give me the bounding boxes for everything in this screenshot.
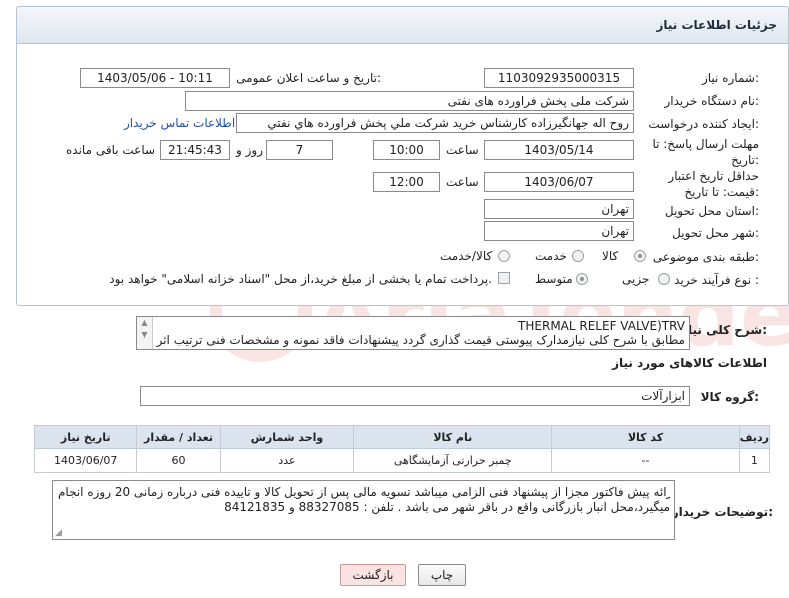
province-label: استان محل تحویل:: [664, 204, 759, 218]
table-row[interactable]: 1403/06/07 60 عدد چمبر حرارتی آزمایشگاهی…: [33, 448, 771, 473]
goods-group-label: گروه کالا:: [700, 390, 759, 404]
col-unit: واحد شمارش: [219, 425, 355, 449]
col-quantity: تعداد / مقدار: [136, 425, 221, 449]
cell-item-name: چمبر حرارتی آزمایشگاهی: [353, 448, 553, 473]
description-scrollbar[interactable]: ▲ ▼: [137, 317, 153, 349]
deadline-date-field[interactable]: 1403/05/14: [484, 140, 634, 160]
buyer-notes-line-2: میگیرد،محل انبار بازرگانی واقع در باقر ش…: [224, 500, 670, 514]
radio-service-label: خدمت: [535, 249, 567, 263]
days-label: روز و: [236, 143, 263, 157]
buyer-notes-line-1: ارائه پیش فاکتور مجزا از پیشنهاد فنی الز…: [58, 485, 670, 499]
city-label: شهر محل تحویل:: [672, 226, 759, 240]
remaining-time-field[interactable]: 21:45:43: [160, 140, 230, 160]
validity-label: حداقل تاریخ اعتبار قیمت: تا تاریخ:: [668, 169, 759, 199]
city-field[interactable]: تهران: [484, 221, 634, 241]
cell-need-date: 1403/06/07: [33, 448, 138, 473]
items-table: تاریخ نیاز تعداد / مقدار واحد شمارش نام …: [33, 425, 771, 473]
category-label: طبقه بندی موضوعی:: [652, 250, 759, 264]
province-field[interactable]: تهران: [484, 199, 634, 219]
need-number-label: شماره نیاز:: [701, 71, 759, 85]
radio-minor[interactable]: [658, 273, 670, 285]
announce-label: تاریخ و ساعت اعلان عمومی:: [236, 71, 381, 85]
scroll-up-icon[interactable]: ▲: [137, 317, 152, 329]
col-item-name: نام کالا: [353, 425, 553, 449]
buyer-org-label: نام دستگاه خریدار:: [664, 94, 760, 108]
process-label: نوع فرآیند خرید :: [674, 273, 759, 287]
need-number-field[interactable]: 1103092935000315: [484, 68, 634, 88]
creator-label: ایجاد کننده درخواست:: [648, 117, 759, 131]
goods-section-title: اطلاعات کالاهای مورد نیاز: [612, 356, 767, 370]
cell-quantity: 60: [136, 448, 221, 473]
validity-time-field[interactable]: 12:00: [373, 172, 440, 192]
radio-goods-service-label: کالا/خدمت: [440, 249, 493, 263]
validity-time-label: ساعت: [446, 175, 479, 189]
col-need-date: تاریخ نیاز: [33, 425, 138, 449]
buyer-notes-label: توضیحات خریدار:: [671, 505, 773, 519]
days-field[interactable]: 7: [266, 140, 333, 160]
col-row: ردیف: [738, 425, 771, 449]
back-button[interactable]: بازگشت: [340, 564, 406, 586]
radio-goods-service[interactable]: [498, 250, 510, 262]
cell-item-code: --: [551, 448, 740, 473]
description-line-2: مطابق با شرح کلی نیازمدارک پیوستی قیمت گ…: [156, 333, 685, 347]
deadline-label: مهلت ارسال پاسخ: تا تاریخ:: [652, 137, 759, 167]
remaining-label: ساعت باقی مانده: [66, 143, 156, 157]
creator-field[interactable]: روح اله جهانگیرزاده کارشناس خرید شرکت مل…: [236, 113, 634, 133]
buyer-org-field[interactable]: شرکت ملی پخش فراورده های نفتی: [185, 91, 634, 111]
validity-date-field[interactable]: 1403/06/07: [484, 172, 634, 192]
description-textarea[interactable]: ▲ ▼ THERMAL RELEF VALVE)TRV مطابق با شرح…: [136, 316, 690, 350]
contact-info-link[interactable]: اطلاعات تماس خریدار: [124, 116, 235, 130]
scroll-down-icon[interactable]: ▼: [137, 329, 152, 341]
table-header-row: تاریخ نیاز تعداد / مقدار واحد شمارش نام …: [33, 425, 771, 449]
col-item-code: کد کالا: [551, 425, 740, 449]
panel-title: جزئیات اطلاعات نیاز: [656, 18, 777, 32]
buyer-notes-textarea[interactable]: ارائه پیش فاکتور مجزا از پیشنهاد فنی الز…: [52, 480, 675, 540]
radio-goods-label: کالا: [602, 249, 619, 263]
description-line-1: THERMAL RELEF VALVE)TRV: [518, 319, 685, 333]
deadline-time-field[interactable]: 10:00: [373, 140, 440, 160]
deadline-time-label: ساعت: [446, 143, 479, 157]
print-button[interactable]: چاپ: [418, 564, 466, 586]
announce-field[interactable]: 1403/05/06 - 10:11: [80, 68, 230, 88]
radio-minor-label: جزیی: [622, 272, 650, 286]
radio-service[interactable]: [572, 250, 584, 262]
cell-row: 1: [738, 448, 771, 473]
radio-goods[interactable]: [634, 250, 646, 262]
cell-unit: عدد: [219, 448, 355, 473]
treasury-checkbox[interactable]: [498, 272, 510, 284]
radio-medium-label: متوسط: [535, 272, 573, 286]
items-table-wrap: تاریخ نیاز تعداد / مقدار واحد شمارش نام …: [33, 425, 771, 473]
resize-handle-icon[interactable]: ◢: [55, 528, 62, 538]
radio-medium[interactable]: [576, 273, 588, 285]
payment-note: پرداخت تمام یا بخشی از مبلغ خرید،از محل …: [109, 272, 492, 286]
goods-group-field[interactable]: ابزارآلات: [140, 386, 690, 406]
description-label: شرح کلی نیاز:: [681, 323, 767, 337]
